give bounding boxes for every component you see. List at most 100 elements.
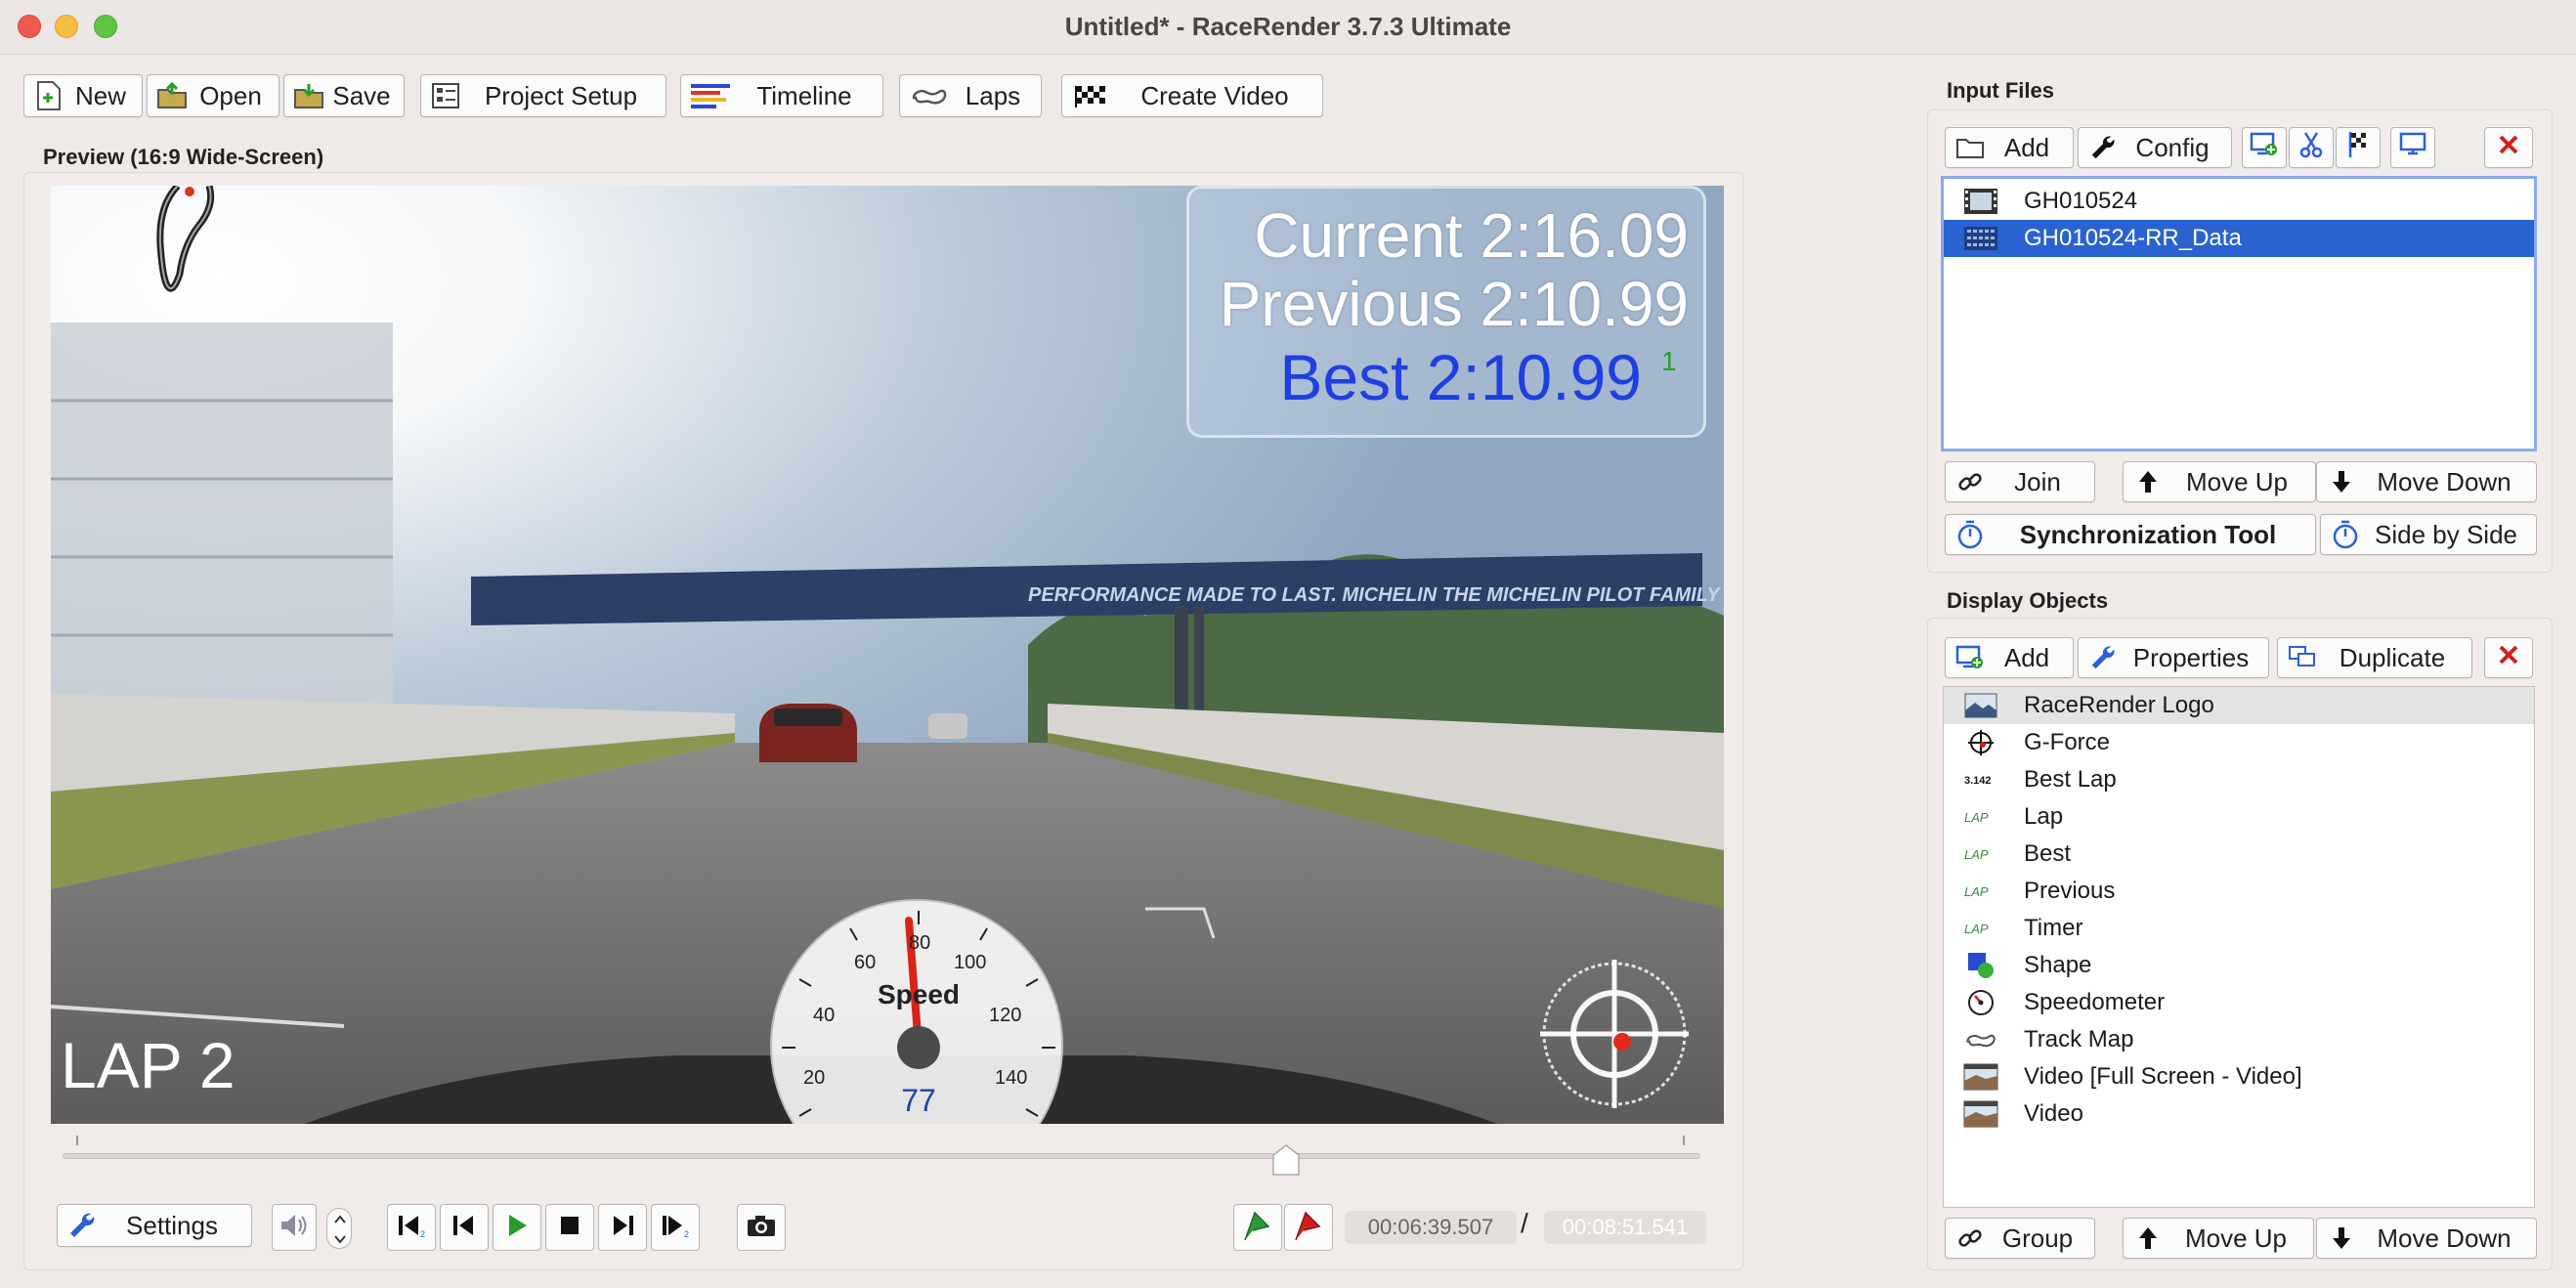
input-files-list[interactable]: GH010524 GH010524-RR_Data <box>1941 176 2537 451</box>
step-back-button[interactable] <box>440 1204 489 1251</box>
display-object-row[interactable]: G-Force <box>1944 724 2534 761</box>
input-file-row-selected[interactable]: GH010524-RR_Data <box>1944 220 2534 257</box>
mark-end-button[interactable] <box>1284 1204 1333 1251</box>
g-force-overlay <box>1540 960 1689 1108</box>
display-object-row[interactable]: Video [Full Screen - Video] <box>1944 1058 2534 1095</box>
duplicate-button[interactable]: Duplicate <box>2277 637 2472 678</box>
side-by-side-button[interactable]: Side by Side <box>2320 514 2537 555</box>
next-lap-button[interactable]: 2 <box>651 1204 700 1251</box>
display-object-row[interactable]: LAP Best <box>1944 836 2534 873</box>
green-flag-icon <box>1241 1209 1274 1247</box>
volume-button[interactable] <box>272 1204 317 1251</box>
group-button[interactable]: Group <box>1945 1218 2095 1259</box>
svg-text:LAP: LAP <box>1964 810 1989 825</box>
svg-text:LAP: LAP <box>1964 884 1989 899</box>
display-object-name: Previous <box>2024 878 2116 904</box>
display-button[interactable] <box>2390 127 2435 168</box>
gauge-icon <box>1963 988 1998 1017</box>
display-object-row[interactable]: Speedometer <box>1944 984 2534 1021</box>
input-config-button[interactable]: Config <box>2078 127 2232 168</box>
timeline-slider-track[interactable] <box>63 1153 1700 1159</box>
new-button[interactable]: New <box>23 74 143 117</box>
speaker-icon <box>279 1212 310 1244</box>
properties-button[interactable]: Properties <box>2078 637 2269 678</box>
camera-icon <box>746 1213 777 1243</box>
laps-icon <box>908 79 951 112</box>
step-forward-button[interactable] <box>598 1204 647 1251</box>
open-button[interactable]: Open <box>147 74 279 117</box>
display-object-row[interactable]: RaceRender Logo <box>1944 687 2534 724</box>
arrow-down-icon <box>2325 1222 2358 1255</box>
remove-input-button[interactable] <box>2484 127 2533 168</box>
settings-button[interactable]: Settings <box>57 1204 252 1247</box>
number-icon: 3.142 <box>1963 765 1998 794</box>
input-move-up-button[interactable]: Move Up <box>2123 461 2316 502</box>
skip-forward-lap-icon: 2 <box>659 1213 692 1243</box>
previous-lap-button[interactable]: 2 <box>387 1204 436 1251</box>
preview-video[interactable]: PERFORMANCE MADE TO LAST. MICHELIN THE M… <box>51 186 1724 1124</box>
join-button[interactable]: Join <box>1945 461 2095 502</box>
display-object-name: Shape <box>2024 952 2092 978</box>
timeline-button[interactable]: Timeline <box>680 74 883 117</box>
display-objects-label: Display Objects <box>1947 588 2109 613</box>
time-separator: / <box>1521 1208 1528 1238</box>
create-video-button[interactable]: Create Video <box>1061 74 1323 117</box>
play-button[interactable] <box>493 1204 541 1251</box>
display-object-name: Best <box>2024 840 2072 867</box>
stopwatch-icon <box>1953 518 1987 551</box>
remove-display-object-button[interactable] <box>2484 637 2533 678</box>
input-file-name: GH010524 <box>2024 188 2138 214</box>
svg-text:PERFORMANCE MADE TO LAST.: PERFORMANCE MADE TO LAST. MICHELIN THE M… <box>1028 584 1724 606</box>
display-move-up-button[interactable]: Move Up <box>2123 1218 2314 1259</box>
input-file-row[interactable]: GH010524 <box>1944 183 2534 220</box>
link-icon <box>1953 465 1987 498</box>
add-display-button[interactable] <box>2242 127 2287 168</box>
wrench-icon <box>65 1209 99 1242</box>
input-add-button[interactable]: Add <box>1945 127 2074 168</box>
display-object-row[interactable]: LAP Lap <box>1944 798 2534 836</box>
lap-icon: LAP <box>1963 802 1998 832</box>
display-object-name: G-Force <box>2024 729 2111 755</box>
laps-flag-button[interactable] <box>2336 127 2381 168</box>
snapshot-button[interactable] <box>737 1204 786 1251</box>
timeline-slider-thumb[interactable] <box>1271 1143 1301 1177</box>
svg-text:LAP: LAP <box>1964 922 1989 936</box>
play-icon <box>503 1212 531 1244</box>
mark-start-button[interactable] <box>1233 1204 1282 1251</box>
film-icon <box>1963 187 1998 216</box>
display-object-row[interactable]: 3.142 Best Lap <box>1944 761 2534 798</box>
svg-text:2: 2 <box>684 1229 689 1238</box>
input-move-down-button[interactable]: Move Down <box>2316 461 2537 502</box>
monitor-add-icon <box>1953 641 1987 674</box>
red-x-icon <box>2497 643 2520 673</box>
speed-tick-60: 60 <box>854 952 877 973</box>
display-object-row[interactable]: LAP Timer <box>1944 910 2534 947</box>
monitor-icon <box>2399 132 2426 164</box>
volume-stepper[interactable] <box>326 1208 352 1249</box>
save-button[interactable]: Save <box>283 74 405 117</box>
arrow-down-icon <box>2325 465 2358 498</box>
display-object-row[interactable]: LAP Previous <box>1944 873 2534 910</box>
display-object-row[interactable]: Video <box>1944 1095 2534 1133</box>
cut-button[interactable] <box>2289 127 2334 168</box>
skip-back-lap-icon: 2 <box>395 1213 428 1243</box>
stop-button[interactable] <box>545 1204 594 1251</box>
timeline-end-tick <box>1683 1136 1685 1145</box>
display-object-row[interactable]: Track Map <box>1944 1021 2534 1058</box>
display-add-button[interactable]: Add <box>1945 637 2074 678</box>
laps-button[interactable]: Laps <box>899 74 1042 117</box>
display-objects-list[interactable]: RaceRender Logo G-Force 3.142 Best Lap L… <box>1943 686 2535 1208</box>
display-object-name: Video [Full Screen - Video] <box>2024 1063 2302 1090</box>
arrow-up-icon <box>2131 465 2165 498</box>
display-object-name: Track Map <box>2024 1026 2134 1052</box>
display-object-row[interactable]: Shape <box>1944 947 2534 984</box>
display-move-down-button[interactable]: Move Down <box>2316 1218 2537 1259</box>
scissors-icon <box>2297 131 2325 165</box>
display-object-name: Best Lap <box>2024 766 2117 793</box>
image-icon <box>1963 691 1998 720</box>
project-setup-icon <box>429 79 462 112</box>
project-setup-button[interactable]: Project Setup <box>420 74 666 117</box>
total-time-display: 00:08:51.541 <box>1544 1211 1706 1244</box>
synchronization-tool-button[interactable]: Synchronization Tool <box>1945 514 2316 555</box>
save-icon <box>292 79 325 112</box>
